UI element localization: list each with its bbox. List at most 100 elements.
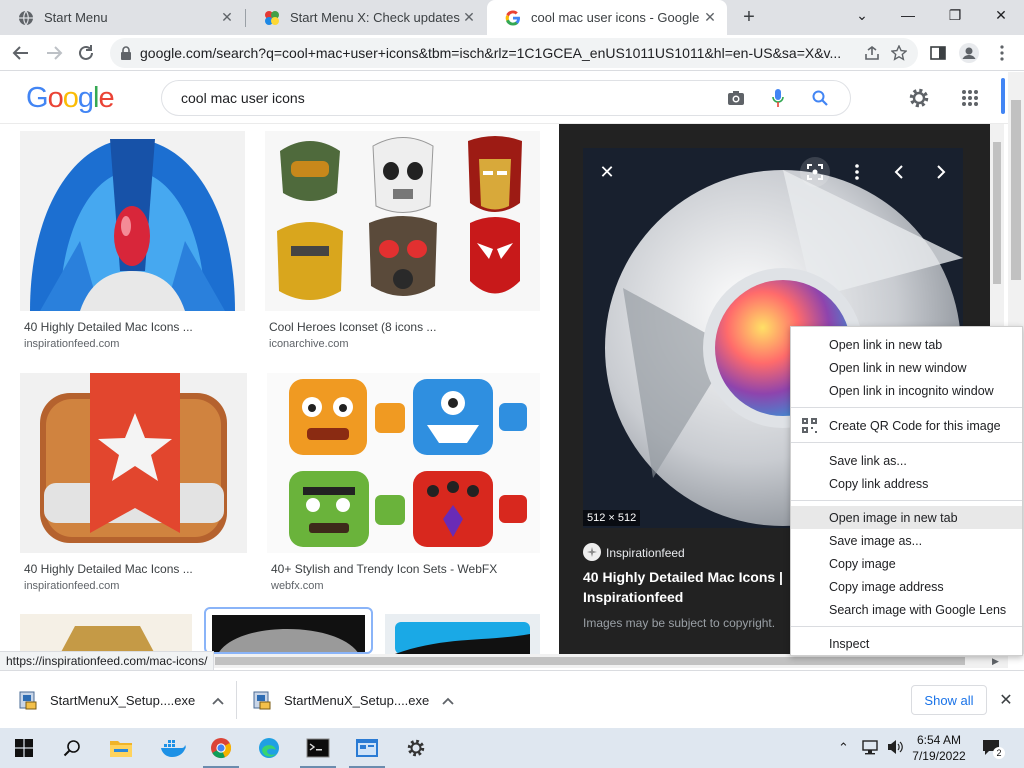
download-item[interactable]: StartMenuX_Setup....exe bbox=[14, 679, 234, 721]
image-result[interactable]: Cool Heroes Iconset (8 icons ... iconarc… bbox=[265, 131, 540, 356]
image-dimensions: 512 × 512 bbox=[583, 510, 641, 526]
tab-title: cool mac user icons - Google Sea bbox=[531, 10, 701, 25]
minimize-button[interactable]: — bbox=[885, 0, 931, 30]
search-taskbar-button[interactable] bbox=[48, 728, 96, 768]
search-icon[interactable] bbox=[808, 86, 832, 110]
close-window-button[interactable]: ✕ bbox=[978, 0, 1024, 30]
lens-button[interactable] bbox=[800, 157, 830, 187]
tab-google-search[interactable]: cool mac user icons - Google Sea ✕ bbox=[487, 0, 727, 35]
preview-title-line1[interactable]: 40 Highly Detailed Mac Icons | bbox=[583, 569, 783, 585]
download-item[interactable]: StartMenuX_Setup....exe bbox=[248, 679, 464, 721]
previous-image-button[interactable] bbox=[884, 157, 914, 187]
tab-start-menu[interactable]: Start Menu ✕ bbox=[0, 0, 244, 35]
wunderlist-icon bbox=[40, 373, 227, 543]
result-title[interactable]: 40 Highly Detailed Mac Icons ... bbox=[24, 320, 193, 334]
menu-item-search-google-lens[interactable]: Search image with Google Lens bbox=[791, 598, 1022, 621]
menu-item-copy-link-address[interactable]: Copy link address bbox=[791, 472, 1022, 495]
settings-taskbar[interactable] bbox=[392, 728, 440, 768]
menu-item-open-link-incognito[interactable]: Open link in incognito window bbox=[791, 379, 1022, 402]
url-text[interactable]: google.com/search?q=cool+mac+user+icons&… bbox=[140, 45, 840, 61]
menu-item-open-image-new-tab[interactable]: Open image in new tab bbox=[791, 506, 1022, 529]
chevron-up-icon[interactable]: ⌃ bbox=[838, 740, 849, 756]
menu-item-save-image-as[interactable]: Save image as... bbox=[791, 529, 1022, 552]
new-tab-button[interactable]: + bbox=[738, 6, 760, 28]
result-thumbnail[interactable] bbox=[20, 373, 247, 553]
image-result[interactable]: 40 Highly Detailed Mac Icons ... inspira… bbox=[20, 131, 245, 356]
reload-button[interactable] bbox=[72, 39, 100, 67]
account-edge[interactable] bbox=[1001, 78, 1005, 114]
next-image-button[interactable] bbox=[926, 157, 956, 187]
menu-item-copy-image-address[interactable]: Copy image address bbox=[791, 575, 1022, 598]
chevron-down-icon[interactable]: ⌄ bbox=[839, 0, 885, 30]
chrome-taskbar[interactable] bbox=[197, 728, 245, 768]
menu-item-open-link-new-tab[interactable]: Open link in new tab bbox=[791, 333, 1022, 356]
back-button[interactable] bbox=[7, 39, 35, 67]
search-box[interactable]: cool mac user icons bbox=[161, 80, 851, 116]
preview-title-line2[interactable]: Inspirationfeed bbox=[583, 589, 683, 605]
result-source: inspirationfeed.com bbox=[24, 338, 120, 350]
apps-grid-button[interactable] bbox=[956, 84, 984, 112]
image-result[interactable] bbox=[20, 614, 192, 654]
menu-item-save-link-as[interactable]: Save link as... bbox=[791, 449, 1022, 472]
scrollbar-thumb[interactable] bbox=[993, 142, 1001, 284]
forward-button[interactable] bbox=[40, 39, 68, 67]
terminal-taskbar[interactable] bbox=[294, 728, 342, 768]
search-input[interactable]: cool mac user icons bbox=[181, 90, 724, 106]
scroll-right-arrow-icon[interactable]: ▶ bbox=[992, 656, 999, 667]
image-result[interactable] bbox=[385, 614, 540, 654]
google-logo[interactable]: Google bbox=[26, 82, 115, 115]
more-options-button[interactable] bbox=[842, 157, 872, 187]
system-clock[interactable]: 6:54 AM 7/19/2022 bbox=[908, 732, 970, 764]
bookmark-star-button[interactable] bbox=[885, 39, 913, 67]
close-preview-button[interactable]: ✕ bbox=[592, 157, 622, 187]
profile-button[interactable] bbox=[955, 39, 983, 67]
result-thumbnail[interactable] bbox=[267, 373, 540, 553]
image-result-selected[interactable] bbox=[204, 607, 373, 654]
network-icon[interactable] bbox=[862, 739, 880, 760]
menu-item-inspect[interactable]: Inspect bbox=[791, 632, 1022, 655]
result-title[interactable]: Cool Heroes Iconset (8 icons ... bbox=[269, 320, 436, 334]
reload-icon bbox=[79, 45, 93, 60]
start-button[interactable] bbox=[0, 728, 48, 768]
result-thumbnail[interactable] bbox=[20, 131, 245, 311]
menu-divider bbox=[791, 626, 1022, 627]
notifications-button[interactable]: 2 bbox=[980, 736, 1005, 760]
tab-start-menu-x[interactable]: Start Menu X: Check updates ✕ bbox=[246, 0, 486, 35]
settings-gear-button[interactable] bbox=[905, 84, 933, 112]
clock-time: 6:54 AM bbox=[916, 733, 962, 747]
chrome-menu-button[interactable] bbox=[988, 39, 1016, 67]
image-result[interactable]: 40 Highly Detailed Mac Icons ... inspira… bbox=[20, 373, 247, 598]
start-menu-x-taskbar[interactable] bbox=[343, 728, 391, 768]
menu-item-copy-image[interactable]: Copy image bbox=[791, 552, 1022, 575]
share-button[interactable] bbox=[858, 39, 886, 67]
result-title[interactable]: 40 Highly Detailed Mac Icons ... bbox=[24, 562, 193, 576]
chevron-up-icon[interactable] bbox=[212, 693, 224, 708]
scrollbar-thumb[interactable] bbox=[1011, 100, 1021, 280]
star-icon bbox=[891, 45, 907, 61]
menu-item-create-qr-code[interactable]: Create QR Code for this image bbox=[791, 414, 1022, 437]
show-all-button[interactable]: Show all bbox=[911, 685, 987, 715]
tab-close-button[interactable]: ✕ bbox=[701, 9, 719, 27]
image-result[interactable]: 40+ Stylish and Trendy Icon Sets - WebFX… bbox=[267, 373, 540, 598]
microphone-icon[interactable] bbox=[766, 86, 790, 110]
volume-icon[interactable] bbox=[886, 738, 904, 761]
tab-close-button[interactable]: ✕ bbox=[218, 9, 236, 27]
file-explorer-taskbar[interactable] bbox=[97, 728, 145, 768]
copyright-notice[interactable]: Images may be subject to copyright. bbox=[583, 616, 775, 630]
tab-close-button[interactable]: ✕ bbox=[460, 9, 478, 27]
result-thumbnail[interactable] bbox=[265, 131, 540, 311]
close-shelf-button[interactable]: ✕ bbox=[996, 689, 1016, 711]
apps-grid-icon bbox=[962, 90, 978, 106]
docker-taskbar[interactable] bbox=[149, 728, 197, 768]
side-panel-button[interactable] bbox=[924, 39, 952, 67]
result-title[interactable]: 40+ Stylish and Trendy Icon Sets - WebFX bbox=[271, 562, 497, 576]
preview-source[interactable]: Inspirationfeed bbox=[606, 546, 685, 560]
lock-icon[interactable] bbox=[120, 46, 132, 60]
chevron-up-icon[interactable] bbox=[442, 693, 454, 708]
camera-icon[interactable] bbox=[724, 86, 748, 110]
menu-item-open-link-new-window[interactable]: Open link in new window bbox=[791, 356, 1022, 379]
edge-taskbar[interactable] bbox=[245, 728, 293, 768]
scrollbar-thumb[interactable] bbox=[215, 657, 965, 665]
address-bar[interactable]: google.com/search?q=cool+mac+user+icons&… bbox=[110, 38, 918, 68]
restore-button[interactable]: ❐ bbox=[932, 0, 978, 30]
